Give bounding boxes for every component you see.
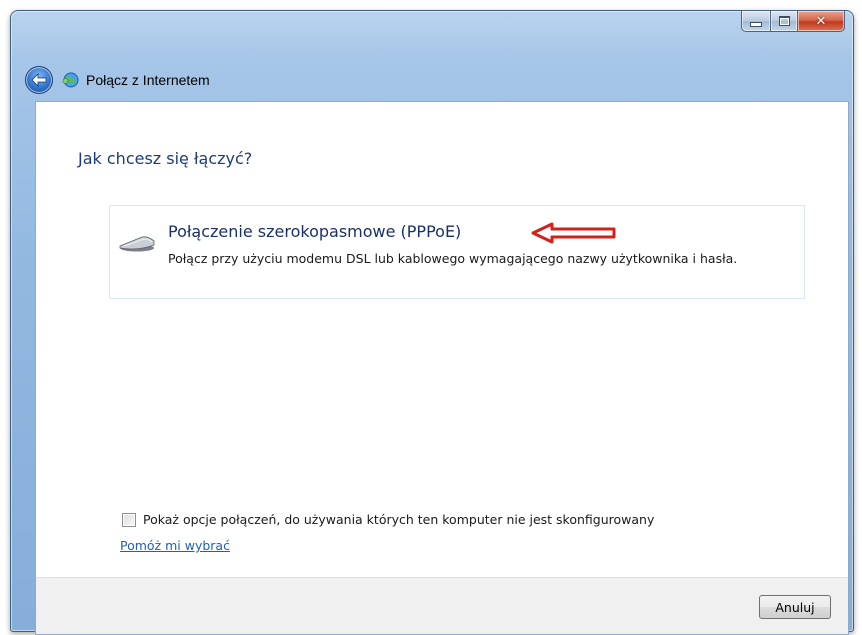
minimize-button[interactable] xyxy=(741,10,771,32)
window-controls: ✕ xyxy=(741,10,845,32)
dialog-window: ✕ Połącz z Internetem Jak chcesz się łąc… xyxy=(10,10,854,635)
cancel-button[interactable]: Anuluj xyxy=(759,595,831,619)
wizard-content: Jak chcesz się łączyć? Połączenie szerok… xyxy=(35,101,849,635)
annotation-arrow-icon xyxy=(531,222,616,244)
minimize-icon xyxy=(750,22,762,27)
option-description: Połącz przy użyciu modemu DSL lub kablow… xyxy=(168,251,738,266)
maximize-button[interactable] xyxy=(771,10,798,32)
network-globe-icon xyxy=(62,72,79,88)
option-title: Połączenie szerokopasmowe (PPPoE) xyxy=(168,222,462,241)
maximize-icon xyxy=(778,16,790,26)
close-icon: ✕ xyxy=(815,13,827,29)
back-arrow-icon xyxy=(31,73,47,87)
close-button[interactable]: ✕ xyxy=(798,10,845,32)
pppoe-connection-option[interactable]: Połączenie szerokopasmowe (PPPoE) Połącz… xyxy=(109,205,805,299)
show-options-label[interactable]: Pokaż opcje połączeń, do używania któryc… xyxy=(143,512,654,527)
modem-icon xyxy=(119,236,155,252)
help-me-choose-link[interactable]: Pomóż mi wybrać xyxy=(120,538,230,553)
show-options-row: Pokaż opcje połączeń, do używania któryc… xyxy=(122,512,654,527)
page-heading: Jak chcesz się łączyć? xyxy=(78,149,253,168)
navigation-bar: Połącz z Internetem xyxy=(25,65,210,95)
show-options-checkbox[interactable] xyxy=(122,512,136,527)
back-button[interactable] xyxy=(25,66,53,94)
window-title: Połącz z Internetem xyxy=(86,72,210,88)
wizard-footer: Anuluj xyxy=(36,577,848,634)
